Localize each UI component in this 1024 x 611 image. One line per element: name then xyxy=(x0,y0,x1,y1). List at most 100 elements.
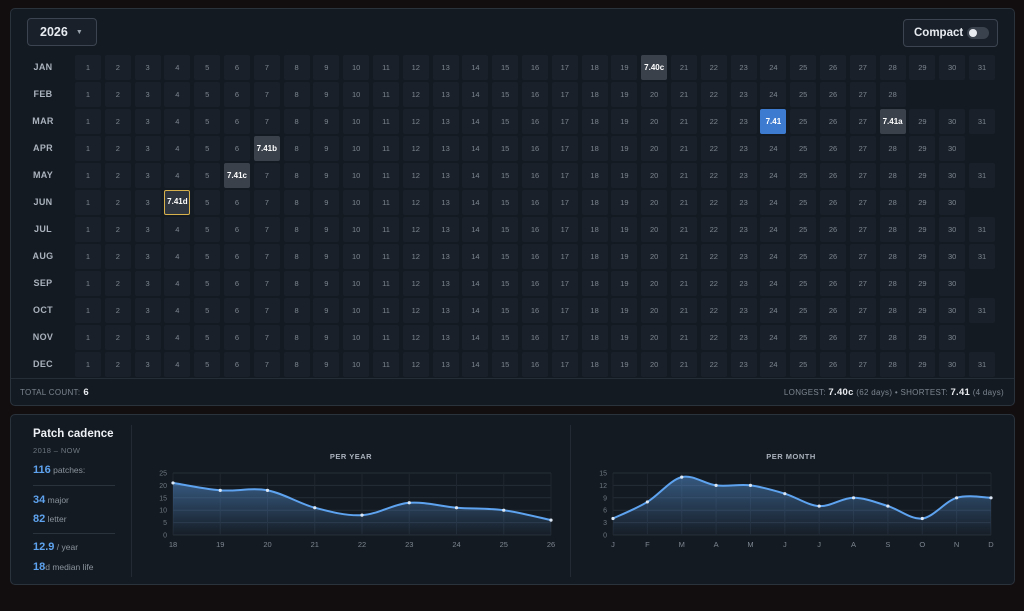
patch-day-cell[interactable]: 7.41d xyxy=(164,190,191,215)
day-cell: 12 xyxy=(402,325,429,350)
day-cell: 6 xyxy=(224,55,250,80)
day-cell: 5 xyxy=(194,163,221,188)
day-cell: 16 xyxy=(522,217,548,242)
day-cell: 21 xyxy=(671,244,697,269)
day-cell: 19 xyxy=(611,352,638,377)
year-select[interactable]: 2026 ▼ xyxy=(27,18,97,46)
day-cell: 23 xyxy=(730,244,757,269)
day-cell: 23 xyxy=(730,217,757,242)
day-cell: 6 xyxy=(224,217,250,242)
day-cell: 8 xyxy=(283,244,310,269)
day-cell: 10 xyxy=(343,271,370,296)
day-cell: 5 xyxy=(194,298,221,323)
patch-day-cell[interactable]: 7.41a xyxy=(879,109,906,134)
day-cell: 19 xyxy=(611,325,638,350)
month-label: AUG xyxy=(32,251,54,261)
day-cell: 25 xyxy=(790,271,817,296)
day-cell: 12 xyxy=(402,298,429,323)
day-cell: 23 xyxy=(730,109,757,134)
day-cell: 14 xyxy=(462,163,489,188)
day-cell: 21 xyxy=(671,136,697,161)
day-cell: 3 xyxy=(134,325,161,350)
day-cell: 10 xyxy=(343,298,370,323)
stats-title: Patch cadence xyxy=(33,428,114,440)
day-cell: 5 xyxy=(194,82,221,107)
day-cell: 25 xyxy=(790,82,817,107)
day-cell: 8 xyxy=(283,82,310,107)
day-cell: 2 xyxy=(104,352,131,377)
per-month-chart: 0 3 6 9 12 15 J F M A M J J A S O N D xyxy=(599,471,994,550)
day-cell: 9 xyxy=(313,298,340,323)
day-cell: 12 xyxy=(402,55,429,80)
day-cell: 19 xyxy=(611,109,638,134)
day-cell: 18 xyxy=(581,109,608,134)
total-count-value: 6 xyxy=(83,387,89,398)
day-cell: 5 xyxy=(194,136,221,161)
day-cell: 21 xyxy=(671,325,697,350)
day-cell: 1 xyxy=(75,163,101,188)
chevron-down-icon: ▼ xyxy=(75,28,83,36)
day-cell: 4 xyxy=(164,217,191,242)
day-cell: 16 xyxy=(522,82,548,107)
day-cell: 29 xyxy=(909,217,936,242)
day-cell: 4 xyxy=(164,352,191,377)
day-cell: 6 xyxy=(224,244,250,269)
data-point xyxy=(989,496,993,500)
day-cell: 13 xyxy=(432,55,459,80)
day-cell: 16 xyxy=(522,136,548,161)
longest-shortest-summary: LONGEST: 7.40c (62 days) • SHORTEST: 7.4… xyxy=(784,387,1004,398)
compact-toggle-button[interactable]: Compact xyxy=(903,19,998,47)
data-point xyxy=(783,492,787,496)
day-cell: 9 xyxy=(313,271,340,296)
data-point xyxy=(748,483,753,487)
day-cell: 19 xyxy=(611,163,638,188)
day-cell: 20 xyxy=(641,163,668,188)
day-cell: 1 xyxy=(75,82,101,107)
day-cell: 22 xyxy=(700,298,727,323)
day-cell: 26 xyxy=(820,136,846,161)
day-cell: 8 xyxy=(283,298,310,323)
day-cell: 20 xyxy=(641,217,668,242)
day-cell: 17 xyxy=(551,163,578,188)
day-cell: 29 xyxy=(909,109,936,134)
stat-median-value: 18 xyxy=(33,561,46,573)
day-cell: 2 xyxy=(104,109,131,134)
day-cell: 2 xyxy=(104,136,131,161)
day-cell: 6 xyxy=(224,298,250,323)
day-cell: 8 xyxy=(283,190,310,215)
compact-toggle-switch[interactable] xyxy=(967,27,989,39)
day-cell: 28 xyxy=(879,325,906,350)
day-cell: 10 xyxy=(343,109,370,134)
day-cell: 7 xyxy=(253,55,280,80)
day-cell: 21 xyxy=(671,352,697,377)
day-cell: 15 xyxy=(492,271,519,296)
y-tick-label: 15 xyxy=(599,471,607,478)
day-cell: 2 xyxy=(104,298,131,323)
patch-day-cell[interactable]: 7.41c xyxy=(224,163,250,188)
day-cell: 17 xyxy=(551,352,578,377)
day-cell: 31 xyxy=(969,217,995,242)
y-tick-label: 0 xyxy=(163,533,167,540)
day-cell: 21 xyxy=(671,82,697,107)
y-tick-label: 9 xyxy=(603,495,607,502)
patch-day-cell[interactable]: 7.41 xyxy=(760,109,787,134)
day-cell: 17 xyxy=(551,55,578,80)
day-cell: 25 xyxy=(790,190,817,215)
day-cell: 2 xyxy=(104,325,131,350)
patch-day-cell[interactable]: 7.40c xyxy=(641,55,668,80)
day-cell: 13 xyxy=(432,136,459,161)
day-cell: 3 xyxy=(134,109,161,134)
day-cell: 28 xyxy=(879,82,906,107)
day-cell: 6 xyxy=(224,82,250,107)
x-tick-label: 24 xyxy=(452,540,460,549)
data-point xyxy=(502,508,506,512)
day-cell: 29 xyxy=(909,244,936,269)
day-cell: 24 xyxy=(760,217,787,242)
day-cell: 27 xyxy=(849,217,876,242)
x-tick-label: 26 xyxy=(547,540,555,549)
day-cell: 1 xyxy=(75,55,101,80)
day-cell: 5 xyxy=(194,217,221,242)
day-cell: 11 xyxy=(373,109,399,134)
data-point xyxy=(817,504,821,508)
patch-day-cell[interactable]: 7.41b xyxy=(253,136,280,161)
